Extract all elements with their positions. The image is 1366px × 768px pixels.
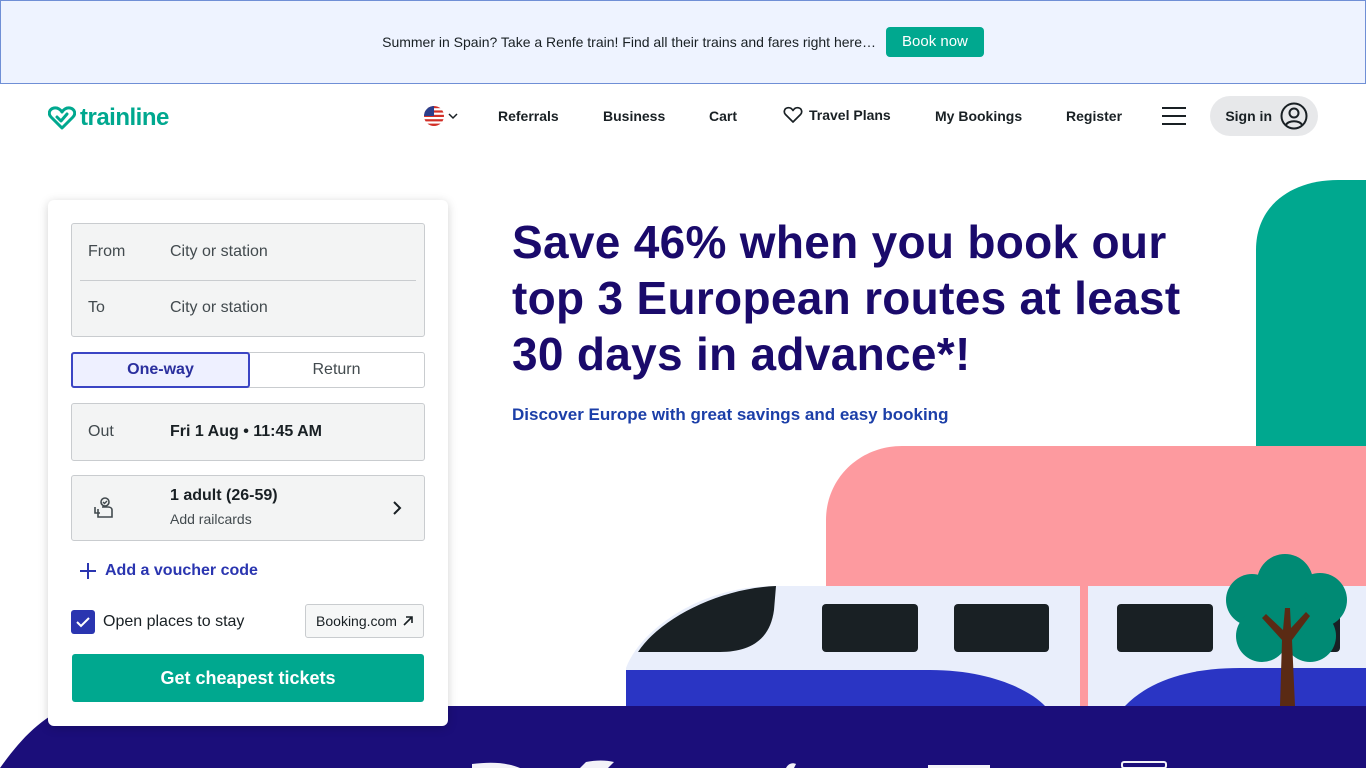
plus-icon <box>80 563 96 579</box>
add-railcards-link: Add railcards <box>170 511 252 527</box>
nav-register[interactable]: Register <box>1066 108 1122 124</box>
station-inputs: From City or station To City or station <box>71 223 425 337</box>
to-row[interactable]: To City or station <box>72 280 424 336</box>
places-to-stay-option[interactable]: Open places to stay <box>71 610 244 634</box>
passengers-selector[interactable]: 1 adult (26-59) Add railcards <box>71 475 425 541</box>
external-link-arrow-icon <box>403 616 413 626</box>
from-row[interactable]: From City or station <box>72 224 424 280</box>
promo-banner: Summer in Spain? Take a Renfe train! Fin… <box>0 0 1366 84</box>
heart-logo-icon <box>48 106 76 130</box>
chevron-down-icon <box>448 113 458 120</box>
chevron-right-icon <box>393 501 402 515</box>
hero-subtitle: Discover Europe with great savings and e… <box>512 405 949 424</box>
one-way-option[interactable]: One-way <box>71 352 250 388</box>
checkmark-icon <box>76 617 90 628</box>
hamburger-menu-icon[interactable] <box>1162 107 1186 125</box>
us-flag-icon <box>424 106 444 126</box>
from-label: From <box>88 243 126 260</box>
booking-com-link[interactable]: Booking.com <box>305 604 424 638</box>
get-cheapest-tickets-button[interactable]: Get cheapest tickets <box>72 654 424 702</box>
nav-referrals[interactable]: Referrals <box>498 108 559 124</box>
places-to-stay-label: Open places to stay <box>103 613 245 630</box>
passengers-icon <box>94 497 113 518</box>
outbound-date-picker[interactable]: Out Fri 1 Aug • 11:45 AM <box>71 403 425 461</box>
places-to-stay-checkbox[interactable] <box>71 610 95 634</box>
sign-in-button[interactable]: Sign in <box>1210 96 1318 136</box>
user-icon <box>1280 102 1308 130</box>
hero-title: Save 46% when you book our top 3 Europea… <box>512 216 1181 380</box>
nav-my-bookings[interactable]: My Bookings <box>935 108 1022 124</box>
heart-icon <box>783 106 803 123</box>
out-datetime: Fri 1 Aug • 11:45 AM <box>170 423 323 440</box>
passenger-count: 1 adult (26-59) <box>170 487 278 504</box>
sign-in-label: Sign in <box>1225 108 1272 124</box>
journey-search-card: From City or station To City or station … <box>48 200 448 726</box>
return-option[interactable]: Return <box>249 353 424 387</box>
banner-text: Summer in Spain? Take a Renfe train! Fin… <box>382 34 876 50</box>
language-selector[interactable] <box>424 106 458 126</box>
nav-business[interactable]: Business <box>603 108 665 124</box>
voucher-label: Add a voucher code <box>105 562 258 579</box>
to-label: To <box>88 299 105 316</box>
to-input[interactable]: City or station <box>170 299 268 317</box>
nav-travel-plans[interactable]: Travel Plans <box>783 106 891 124</box>
booking-com-label: Booking.com <box>316 613 397 629</box>
out-label: Out <box>88 423 114 440</box>
nav-travel-plans-label: Travel Plans <box>809 107 891 123</box>
add-voucher-button[interactable]: Add a voucher code <box>79 562 258 580</box>
from-input[interactable]: City or station <box>170 243 268 261</box>
trip-type-toggle: One-way Return <box>71 352 425 388</box>
logo-text: trainline <box>80 104 169 131</box>
site-header: trainline Referrals Business Cart Travel… <box>0 84 1366 148</box>
nav-cart[interactable]: Cart <box>709 108 737 124</box>
trainline-logo[interactable]: trainline <box>48 104 169 132</box>
book-now-button[interactable]: Book now <box>886 27 984 57</box>
